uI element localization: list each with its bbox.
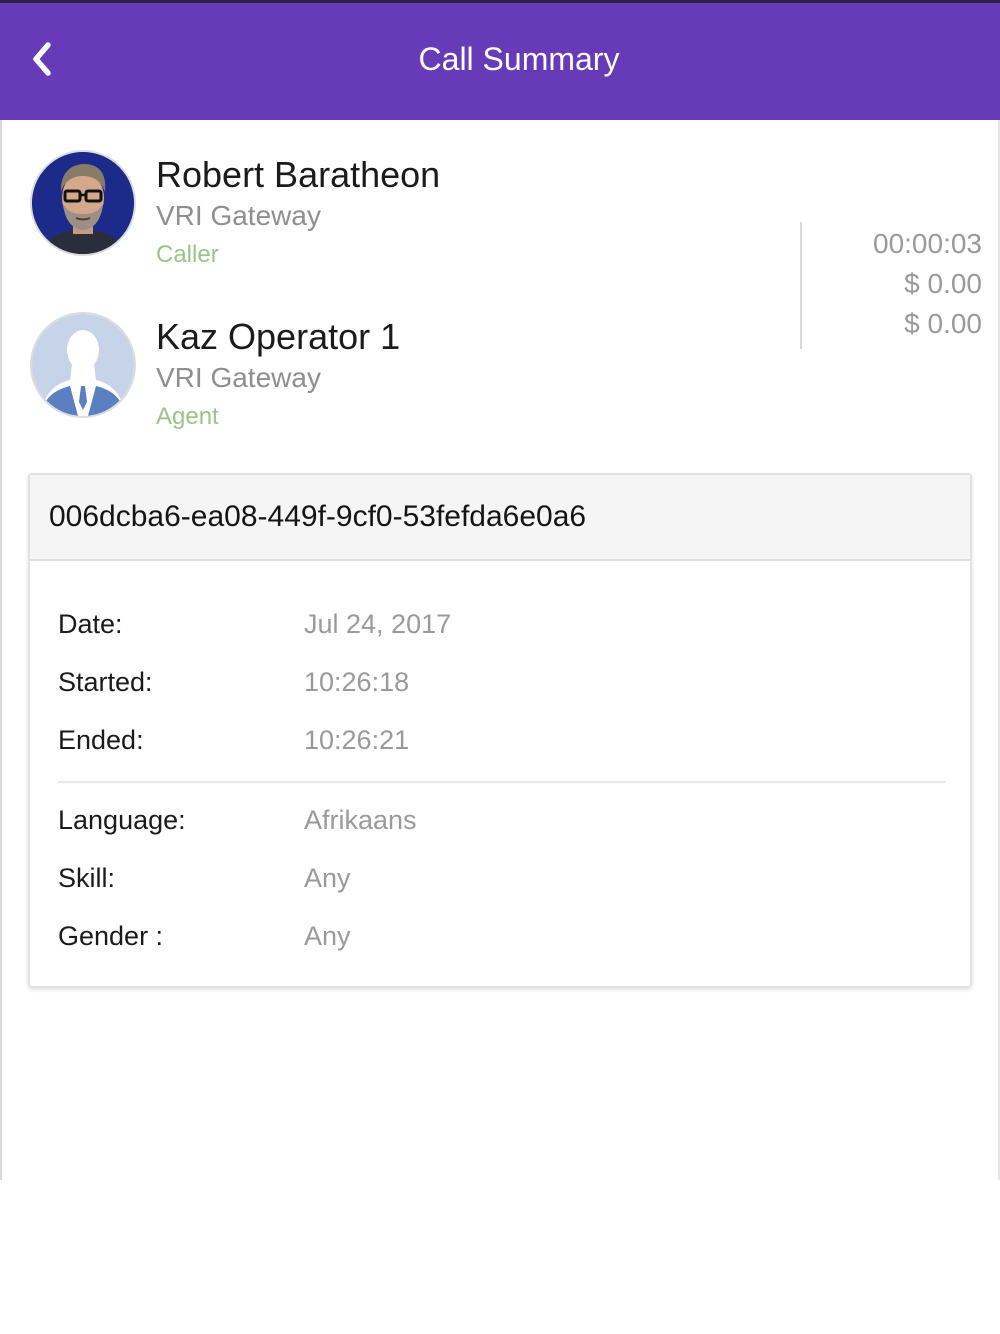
caller-participant: Robert Baratheon VRI Gateway Caller bbox=[30, 150, 730, 270]
page-title: Call Summary bbox=[418, 41, 620, 77]
call-stats: 00:00:03 $ 0.00 $ 0.00 bbox=[873, 224, 982, 344]
details-divider bbox=[58, 781, 946, 783]
skill-row: Skill: Any bbox=[58, 863, 946, 903]
language-value: Afrikaans bbox=[304, 805, 417, 835]
agent-participant: Kaz Operator 1 VRI Gateway Agent bbox=[30, 312, 730, 432]
started-label: Started: bbox=[58, 667, 153, 697]
default-silhouette-icon bbox=[32, 314, 134, 416]
date-row: Date: Jul 24, 2017 bbox=[58, 609, 946, 649]
person-photo-icon bbox=[32, 152, 134, 254]
call-summary-screen: Call Summary Robert Baratheon VRI Gatewa… bbox=[0, 0, 1000, 1334]
stats-divider bbox=[800, 222, 802, 349]
call-details-card: 006dcba6-ea08-449f-9cf0-53fefda6e0a6 Dat… bbox=[28, 473, 972, 988]
agent-name: Kaz Operator 1 bbox=[156, 316, 401, 357]
skill-label: Skill: bbox=[58, 863, 116, 893]
agent-gateway: VRI Gateway bbox=[156, 362, 321, 393]
language-row: Language: Afrikaans bbox=[58, 805, 946, 845]
started-value: 10:26:18 bbox=[304, 667, 410, 697]
date-label: Date: bbox=[58, 609, 123, 639]
agent-role: Agent bbox=[156, 403, 219, 430]
ended-label: Ended: bbox=[58, 725, 144, 755]
call-cost-secondary: $ 0.00 bbox=[904, 308, 982, 339]
gender-value: Any bbox=[304, 921, 351, 951]
agent-avatar bbox=[30, 312, 136, 418]
gender-label: Gender : bbox=[58, 921, 164, 951]
ended-value: 10:26:21 bbox=[304, 725, 410, 755]
skill-value: Any bbox=[304, 863, 351, 893]
call-id: 006dcba6-ea08-449f-9cf0-53fefda6e0a6 bbox=[30, 475, 970, 561]
left-edge-line bbox=[0, 120, 2, 1180]
started-row: Started: 10:26:18 bbox=[58, 667, 946, 707]
caller-gateway: VRI Gateway bbox=[156, 200, 321, 231]
date-value: Jul 24, 2017 bbox=[304, 609, 452, 639]
ended-row: Ended: 10:26:21 bbox=[58, 725, 946, 765]
caller-name: Robert Baratheon bbox=[156, 154, 441, 195]
call-duration: 00:00:03 bbox=[873, 228, 982, 259]
caller-avatar bbox=[30, 150, 136, 256]
caller-role: Caller bbox=[156, 241, 219, 268]
call-cost: $ 0.00 bbox=[904, 268, 982, 299]
language-label: Language: bbox=[58, 805, 186, 835]
gender-row: Gender : Any bbox=[58, 921, 946, 961]
app-bar: Call Summary bbox=[0, 0, 1000, 120]
